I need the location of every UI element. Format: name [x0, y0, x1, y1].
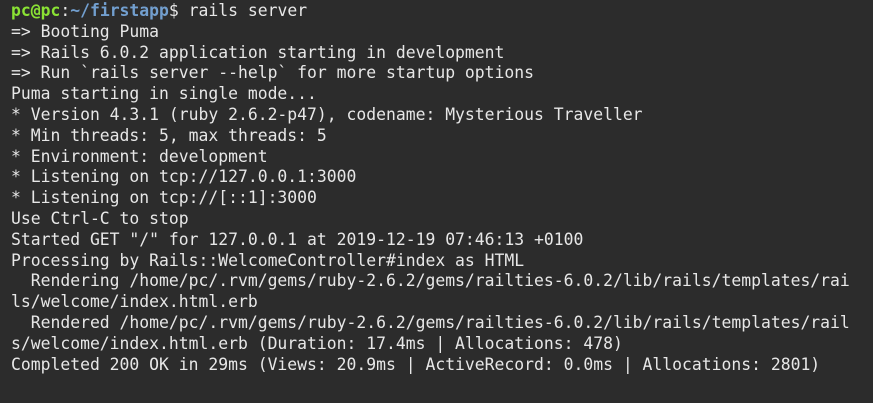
output-line: * Min threads: 5, max threads: 5 — [11, 125, 327, 145]
output-line: Completed 200 OK in 29ms (Views: 20.9ms … — [11, 354, 821, 374]
output-line: s/welcome/index.html.erb (Duration: 17.4… — [11, 333, 623, 353]
prompt-separator: : — [60, 1, 71, 20]
prompt-path: ~/firstapp — [70, 1, 169, 20]
output-line: ls/welcome/index.html.erb — [11, 292, 258, 312]
output-line: => Booting Puma — [11, 21, 160, 41]
output-line: Rendering /home/pc/.rvm/gems/ruby-2.6.2/… — [11, 271, 850, 291]
terminal-window[interactable]: pc@pc:~/firstapp$ rails server => Bootin… — [0, 0, 873, 403]
output-line: * Listening on tcp://[::1]:3000 — [11, 188, 317, 208]
output-line: Puma starting in single mode... — [11, 84, 317, 104]
prompt-user-host: pc@pc — [11, 1, 61, 20]
output-line: * Environment: development — [11, 146, 268, 166]
output-line: Rendered /home/pc/.rvm/gems/ruby-2.6.2/g… — [11, 312, 850, 332]
output-line: * Listening on tcp://127.0.0.1:3000 — [11, 167, 357, 187]
output-line: Started GET "/" for 127.0.0.1 at 2019-12… — [11, 229, 584, 249]
output-line: => Rails 6.0.2 application starting in d… — [11, 42, 505, 62]
output-line: => Run `rails server --help` for more st… — [11, 63, 535, 83]
output-line: * Version 4.3.1 (ruby 2.6.2-p47), codena… — [11, 104, 643, 124]
output-line: Processing by Rails::WelcomeController#i… — [11, 250, 525, 270]
prompt-command: rails server — [188, 1, 308, 20]
output-line: Use Ctrl-C to stop — [11, 208, 189, 228]
prompt-symbol: $ — [168, 1, 189, 20]
prompt-line: pc@pc:~/firstapp$ rails server — [11, 1, 873, 22]
